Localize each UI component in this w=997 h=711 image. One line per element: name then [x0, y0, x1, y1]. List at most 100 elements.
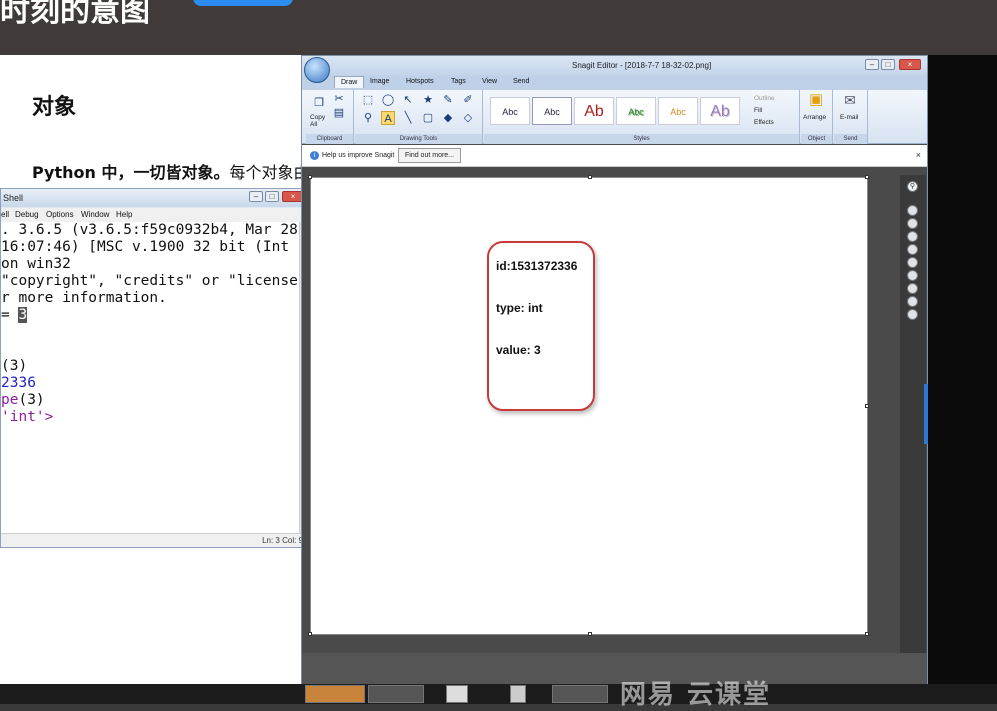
effects-option[interactable]: Effects: [754, 119, 774, 126]
callout-icon[interactable]: ◯: [381, 93, 395, 107]
copy-all-label[interactable]: Copy All: [310, 114, 332, 128]
tab-draw[interactable]: Draw: [334, 76, 365, 88]
snagit-app-button[interactable]: [304, 57, 330, 83]
shape-icon[interactable]: ▢: [421, 111, 435, 125]
image-canvas[interactable]: id:1531372336 type: int value: 3: [308, 175, 869, 636]
taskbar-item[interactable]: [510, 685, 526, 703]
menu-debug[interactable]: Debug: [15, 210, 39, 219]
effect-icon[interactable]: [907, 270, 918, 281]
resize-handle[interactable]: [865, 632, 869, 636]
shell-output[interactable]: . 3.6.5 (v3.6.5:f59c0932b4, Mar 28 16:07:…: [1, 222, 299, 540]
minimize-icon[interactable]: –: [249, 191, 263, 202]
menu-options[interactable]: Options: [46, 210, 74, 219]
snagit-editor-window[interactable]: Snagit Editor - [2018-7-7 18-32-02.png] …: [301, 55, 928, 685]
menu-shell[interactable]: ell: [1, 210, 9, 219]
effect-icon[interactable]: [907, 283, 918, 294]
shell-line: 'int'>: [1, 409, 54, 425]
styles-group: Abc Abc Ab Abc Abc Ab Outline Fill Effec…: [484, 90, 800, 144]
menu-help[interactable]: Help: [116, 210, 132, 219]
card-id: id:1531372336: [496, 259, 578, 273]
style-thumbnail[interactable]: Abc: [658, 97, 698, 125]
shell-menubar: ell Debug Options Window Help: [1, 208, 309, 222]
outline-option[interactable]: Outline: [754, 95, 775, 102]
taskbar-item[interactable]: [552, 685, 608, 703]
shell-token: (3): [18, 392, 45, 408]
watermark: 网易 云课堂: [620, 680, 772, 710]
right-margin: [928, 55, 997, 685]
style-thumbnail[interactable]: Ab: [700, 97, 740, 125]
group-label: Send: [834, 134, 867, 144]
resize-handle[interactable]: [588, 632, 592, 636]
fill-icon[interactable]: ◆: [441, 111, 455, 125]
maximize-icon[interactable]: □: [265, 191, 279, 202]
tab-tags[interactable]: Tags: [451, 78, 466, 85]
tab-view[interactable]: View: [482, 78, 497, 85]
tab-image[interactable]: Image: [370, 78, 389, 85]
copy-all-icon[interactable]: ❐: [312, 96, 326, 110]
taskbar-item[interactable]: [305, 685, 365, 703]
banner-title: 时刻的意图: [0, 0, 150, 29]
magnify-icon[interactable]: ⚲: [361, 111, 375, 125]
maximize-icon[interactable]: □: [881, 59, 895, 70]
taskbar: [0, 684, 997, 704]
shell-line: on win32: [1, 256, 71, 272]
paste-icon[interactable]: ▤: [332, 106, 346, 120]
tab-send[interactable]: Send: [513, 78, 529, 85]
taskbar-item[interactable]: [368, 685, 424, 703]
arrange-icon[interactable]: ▣: [809, 92, 823, 107]
resize-handle[interactable]: [308, 175, 312, 179]
resize-handle[interactable]: [865, 175, 869, 179]
object-group: ▣ Arrange Object: [801, 90, 833, 144]
python-shell-window[interactable]: Shell – □ × ell Debug Options Window Hel…: [0, 188, 310, 548]
shell-line: "copyright", "credits" or "license: [1, 273, 298, 289]
group-label: Clipboard: [306, 134, 353, 144]
effect-icon[interactable]: [907, 205, 918, 216]
resize-handle[interactable]: [865, 404, 869, 408]
pen-icon[interactable]: ✎: [441, 93, 455, 107]
email-icon[interactable]: ✉: [843, 93, 857, 107]
style-thumbnail[interactable]: Ab: [574, 97, 614, 125]
highlighter-icon[interactable]: ✐: [461, 93, 475, 107]
effect-icon[interactable]: [907, 257, 918, 268]
effect-icon[interactable]: [907, 244, 918, 255]
close-icon[interactable]: ×: [916, 150, 921, 160]
text-icon[interactable]: A: [381, 111, 395, 125]
effect-icon[interactable]: [907, 309, 918, 320]
selection-icon[interactable]: ⬚: [361, 93, 375, 107]
resize-handle[interactable]: [308, 632, 312, 636]
side-tab[interactable]: [924, 384, 928, 444]
card-value: value: 3: [496, 343, 541, 357]
effect-icon[interactable]: [907, 231, 918, 242]
arrow-icon[interactable]: ↖: [401, 93, 415, 107]
tab-hotspots[interactable]: Hotspots: [406, 78, 434, 85]
effect-icon[interactable]: [907, 218, 918, 229]
search-icon[interactable]: ⚲: [907, 181, 918, 192]
menu-window[interactable]: Window: [81, 210, 109, 219]
snagit-titlebar[interactable]: Snagit Editor - [2018-7-7 18-32-02.png] …: [302, 56, 927, 76]
style-thumbnail[interactable]: Abc: [616, 97, 656, 125]
shell-statusbar: Ln: 3 Col: 9: [1, 533, 309, 547]
resize-handle[interactable]: [588, 175, 592, 179]
prompt-prefix: =: [1, 307, 19, 323]
object-card[interactable]: id:1531372336 type: int value: 3: [487, 241, 595, 411]
stamp-icon[interactable]: ★: [421, 93, 435, 107]
cut-icon[interactable]: ✂: [332, 92, 346, 106]
minimize-icon[interactable]: –: [865, 59, 879, 70]
taskbar-item[interactable]: [446, 685, 468, 703]
arrange-label[interactable]: Arrange: [803, 114, 826, 121]
shell-line: . 3.6.5 (v3.6.5:f59c0932b4, Mar 28: [1, 222, 298, 238]
email-label[interactable]: E-mail: [840, 114, 858, 121]
style-thumbnail[interactable]: Abc: [532, 97, 572, 125]
effect-icon[interactable]: [907, 296, 918, 307]
shell-titlebar[interactable]: Shell – □ ×: [1, 189, 309, 207]
style-thumbnail[interactable]: Abc: [490, 97, 530, 125]
group-label: Drawing Tools: [355, 134, 482, 144]
eraser-icon[interactable]: ◇: [461, 111, 475, 125]
group-label: Object: [801, 134, 832, 144]
fill-option[interactable]: Fill: [754, 107, 762, 114]
find-out-more-button[interactable]: Find out more...: [398, 148, 462, 163]
close-icon[interactable]: ×: [899, 59, 921, 70]
notification-bar: i Help us improve Snagit Find out more..…: [302, 145, 927, 167]
banner-button[interactable]: [193, 0, 293, 6]
line-icon[interactable]: ╲: [401, 111, 415, 125]
